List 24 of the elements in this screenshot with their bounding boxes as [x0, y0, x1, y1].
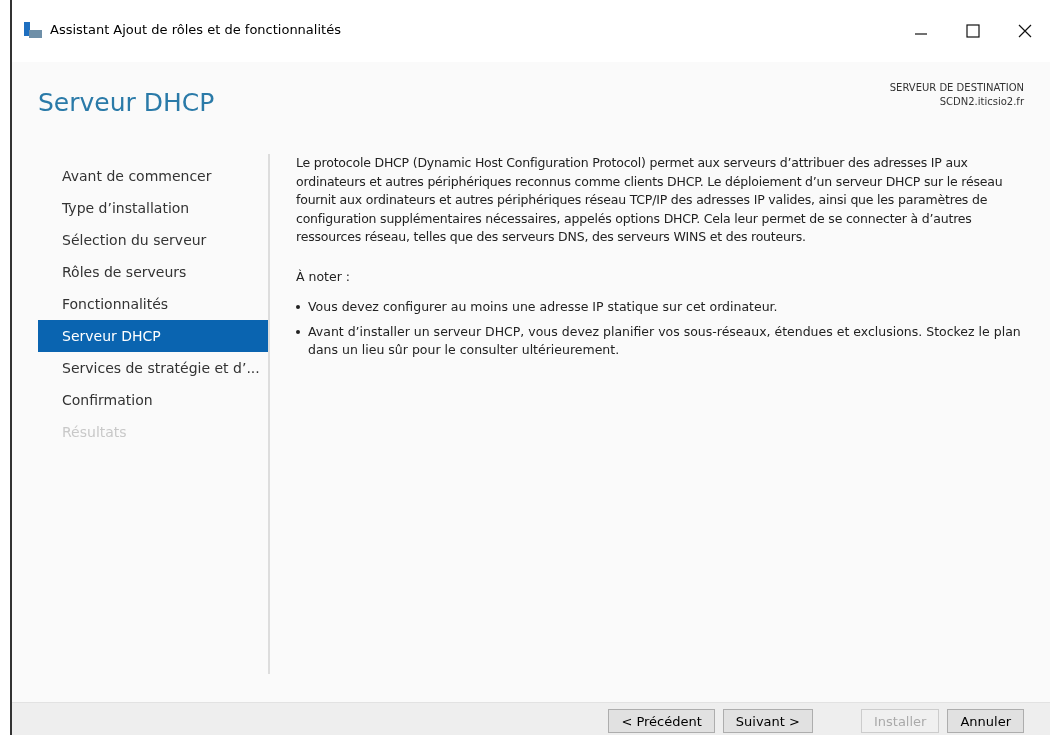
wizard-step[interactable]: Sélection du serveur [38, 224, 268, 256]
maximize-icon[interactable] [966, 24, 980, 38]
close-icon[interactable] [1018, 24, 1032, 38]
wizard-step[interactable]: Avant de commencer [38, 160, 268, 192]
window-title: Assistant Ajout de rôles et de fonctionnalités [50, 22, 341, 37]
page-title: Serveur DHCP [38, 88, 215, 119]
destination-server: SCDN2.iticsio2.fr [939, 96, 1024, 107]
server-icon [24, 22, 42, 38]
wizard-step[interactable]: Type d’installation [38, 192, 268, 224]
wizard-step[interactable]: Fonctionnalités [38, 288, 268, 320]
wizard-step[interactable]: Confirmation [38, 384, 268, 416]
note-text: Avant d’installer un serveur DHCP, vous devez planifier vos sous-réseaux, étendues et exclusions. Stockez le plan dans un lieu sûr pour le consulter ultérieurement. [308, 322, 1022, 359]
description-text: Le protocole DHCP (Dynamic Host Configuration Protocol) permet aux serveurs d’attribuer des adresses IP aux ordinateurs et autres périphériques reconnus comme clients DHCP. Le déploiement d’un serveur DHCP sur le réseau fournit aux ordinateurs et autres périphériques réseau TCP/IP des adresses IP valides, ainsi que les paramètres de configuration supplémentaires nécessaires, appelés options DHCP. Cela leur permet de se connecter à d’autres ressources réseau, telles que des serveurs DNS, des serveurs WINS et des routeurs. [296, 154, 1004, 246]
wizard-step[interactable]: Serveur DHCP [38, 320, 268, 352]
wizard-step[interactable]: Rôles de serveurs [38, 256, 268, 288]
bullet-icon [296, 304, 300, 309]
note-text: Vous devez configurer au moins une adresse IP statique sur cet ordinateur. [308, 297, 778, 316]
destination-label: SERVEUR DE DESTINATION [889, 82, 1024, 93]
wizard-button[interactable]: Suivant > [722, 709, 813, 733]
wizard-button[interactable]: Annuler [947, 709, 1024, 733]
wizard-button[interactable]: < Précédent [608, 709, 715, 733]
bullet-icon [296, 329, 300, 334]
note-heading: À noter : [296, 268, 351, 284]
wizard-step[interactable]: Services de stratégie et d’... [38, 352, 268, 384]
